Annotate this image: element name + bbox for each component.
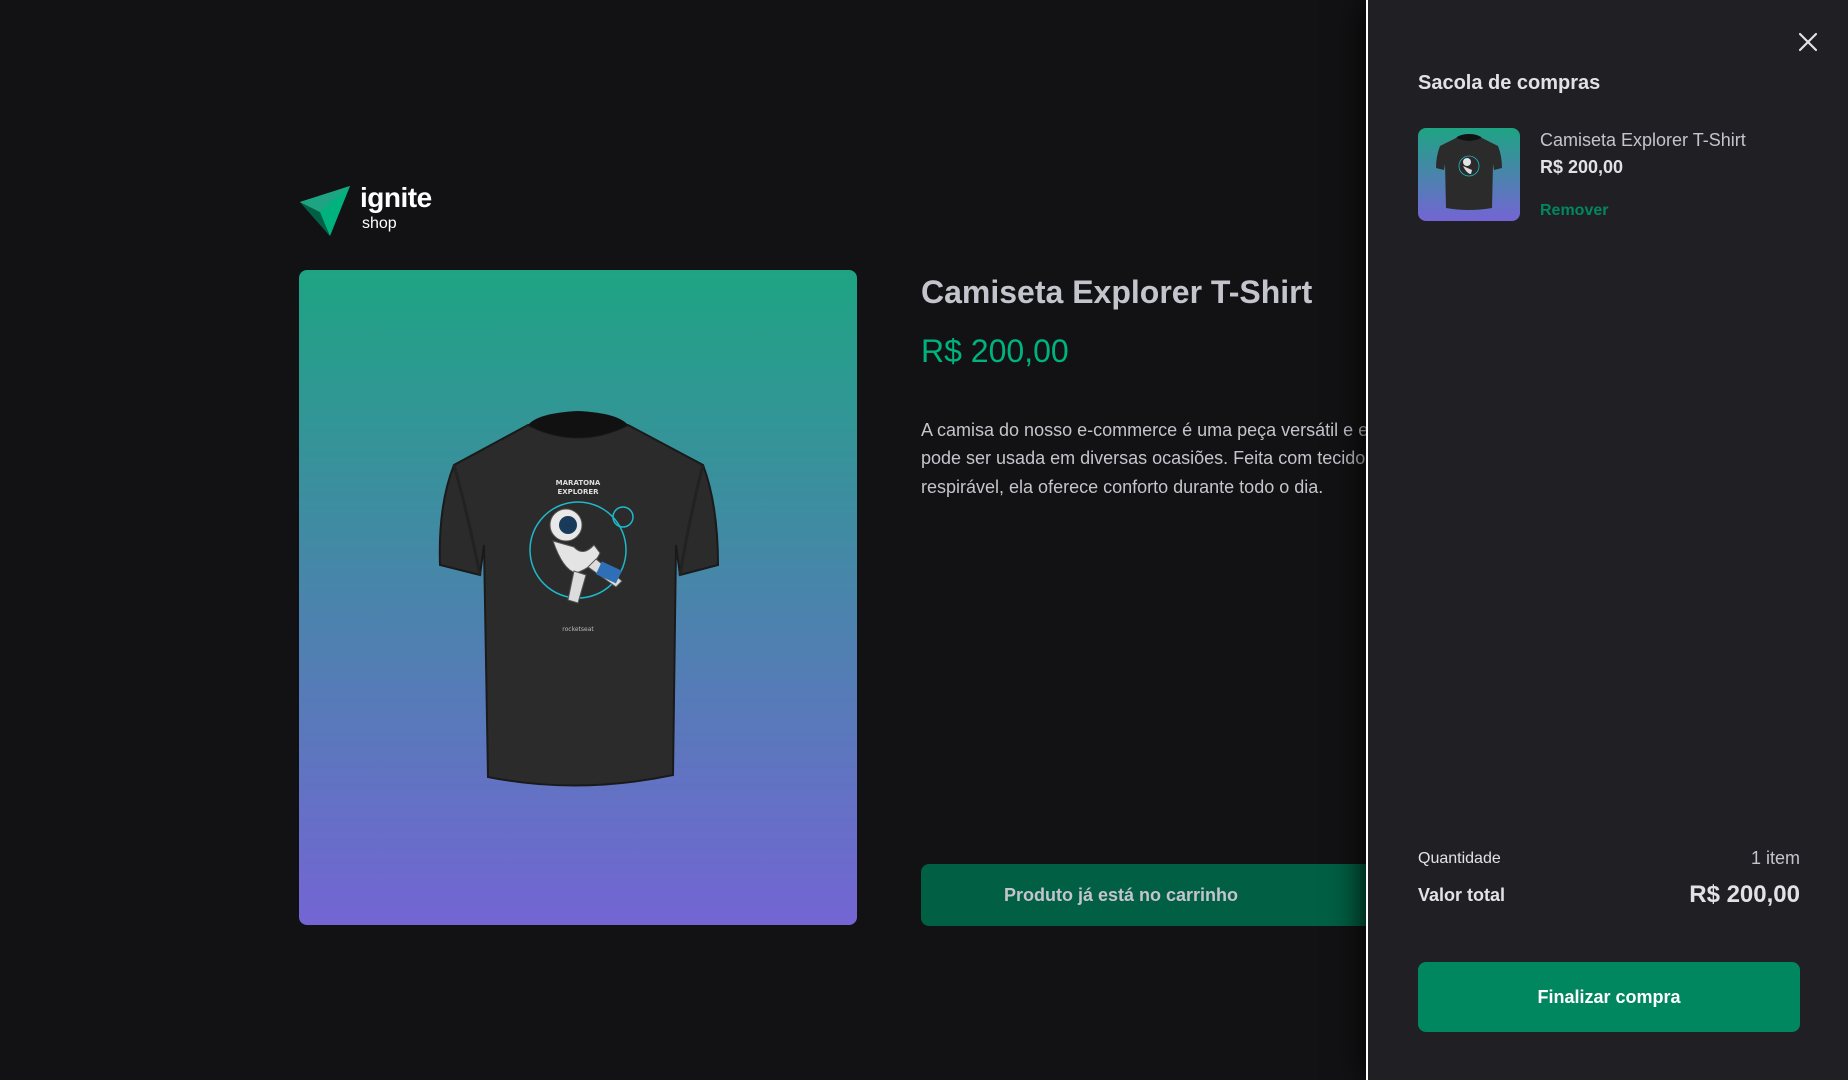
logo-triangle-icon: [298, 184, 352, 238]
cart-item-price: R$ 200,00: [1540, 157, 1624, 178]
total-label: Valor total: [1418, 884, 1506, 905]
checkout-button[interactable]: Finalizar compra: [1418, 962, 1800, 1032]
quantity-label: Quantidade: [1418, 849, 1501, 867]
close-icon[interactable]: [1794, 28, 1822, 56]
cart-item-image: [1418, 128, 1520, 221]
t-shirt-astronaut-icon: MARATONA EXPLORER rocketseat: [418, 395, 738, 800]
cart-drawer: Sacola de compras Camiseta Explorer T-Sh…: [1366, 0, 1848, 1080]
svg-text:EXPLORER: EXPLORER: [557, 488, 599, 496]
svg-text:rocketseat: rocketseat: [562, 626, 594, 633]
product-image: MARATONA EXPLORER rocketseat: [299, 270, 857, 925]
logo[interactable]: ignite shop: [298, 184, 432, 238]
quantity-value: 1 item: [1750, 848, 1800, 868]
logo-subtitle: shop: [362, 215, 397, 232]
total-row: Valor total R$ 200,00: [1418, 881, 1800, 909]
product-page: ignite shop MARATONA EXPLORER rocketseat…: [0, 0, 1848, 1080]
remove-item-button[interactable]: Remover: [1540, 202, 1746, 220]
svg-text:MARATONA: MARATONA: [556, 479, 601, 487]
total-value: R$ 200,00: [1689, 881, 1800, 908]
cart-title: Sacola de compras: [1418, 72, 1601, 94]
cart-summary: Quantidade 1 item Valor total R$ 200,00: [1418, 848, 1800, 909]
cart-item: Camiseta Explorer T-Shirt R$ 200,00 Remo…: [1418, 128, 1746, 221]
cart-item-name: Camiseta Explorer T-Shirt: [1540, 130, 1746, 150]
quantity-row: Quantidade 1 item: [1418, 848, 1800, 869]
logo-title: ignite: [360, 182, 432, 213]
t-shirt-icon: [1434, 132, 1504, 217]
